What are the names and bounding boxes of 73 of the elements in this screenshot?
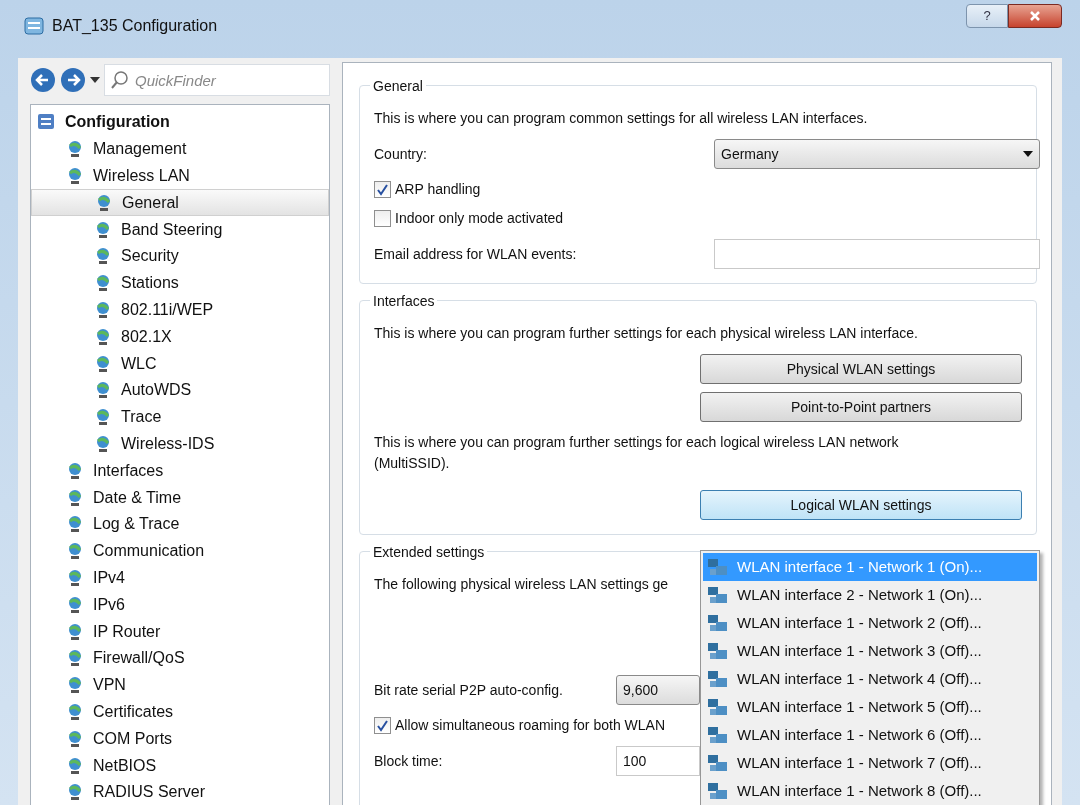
menu-item[interactable]: WLAN interface 1 - Network 5 (Off)...: [703, 693, 1037, 721]
tree-item[interactable]: COM Ports: [31, 725, 329, 753]
settings-button[interactable]: Point-to-Point partners: [700, 392, 1022, 422]
close-icon: [1029, 10, 1041, 22]
checkbox-label: Allow simultaneous roaming for both WLAN: [395, 716, 665, 735]
tree-item[interactable]: Firewall/QoS: [31, 644, 329, 672]
tree-item[interactable]: Wireless-IDS: [31, 430, 329, 458]
settings-button[interactable]: Physical WLAN settings: [700, 354, 1022, 384]
tree-item[interactable]: Configuration: [31, 109, 329, 136]
checkbox-label: ARP handling: [395, 180, 481, 199]
checkbox[interactable]: [374, 717, 391, 734]
tree-item[interactable]: WLC: [31, 350, 329, 377]
tree-item[interactable]: Security: [31, 243, 329, 270]
network-icon: [707, 585, 729, 605]
network-icon: [707, 613, 729, 633]
tree-item[interactable]: Communication: [31, 537, 329, 565]
description-text: This is where you can program further settings for each physical wireless LAN interface.: [374, 324, 919, 343]
tree-item[interactable]: Band Steering: [31, 216, 329, 243]
network-icon: [707, 753, 729, 773]
tree-item[interactable]: IP Router: [31, 618, 329, 645]
tree-item[interactable]: NetBIOS: [31, 752, 329, 779]
network-icon: [707, 557, 729, 577]
close-button[interactable]: [1008, 4, 1062, 28]
menu-item[interactable]: WLAN interface 1 - Network 4 (Off)...: [703, 665, 1037, 693]
email-field[interactable]: [714, 239, 1040, 269]
menu-item[interactable]: WLAN interface 1 - Network 2 (Off)...: [703, 609, 1037, 637]
menu-item[interactable]: WLAN interface 1 - Network 7 (Off)...: [703, 749, 1037, 777]
search-icon: [109, 69, 131, 91]
bitrate-dropdown[interactable]: 9,600: [616, 675, 700, 705]
tree-item[interactable]: AutoWDS: [31, 376, 329, 404]
field-label: Block time:: [374, 751, 444, 771]
tree-item[interactable]: Interfaces: [31, 457, 329, 485]
field-label: Email address for WLAN events:: [374, 244, 578, 264]
tree-item[interactable]: Trace: [31, 403, 329, 431]
tree-item[interactable]: Management: [31, 135, 329, 163]
tree-item[interactable]: 802.1X: [31, 323, 329, 351]
tree-item[interactable]: General: [31, 189, 329, 217]
search-field[interactable]: QuickFinder: [104, 64, 330, 96]
block-time-field[interactable]: 100: [616, 746, 700, 776]
checkbox-label: Indoor only mode activated: [395, 209, 564, 228]
checkbox[interactable]: [374, 181, 391, 198]
description-text: The following physical wireless LAN settings ge: [374, 575, 669, 594]
tree-item[interactable]: IPv6: [31, 591, 329, 619]
network-icon: [707, 697, 729, 717]
description-text: This is where you can program common settings for all wireless LAN interfaces.: [374, 109, 869, 128]
tree-item[interactable]: Certificates: [31, 698, 329, 726]
tree-item[interactable]: 802.11i/WEP: [31, 296, 329, 324]
caret-icon[interactable]: [90, 77, 100, 83]
checkbox[interactable]: [374, 210, 391, 227]
tree-item[interactable]: VPN: [31, 671, 329, 699]
description-text: This is where you can program further settings for each logical wireless LAN network (MultiSSID).: [374, 433, 900, 473]
tree-item[interactable]: Log & Trace: [31, 510, 329, 538]
network-icon: [707, 669, 729, 689]
tree-item[interactable]: Stations: [31, 269, 329, 297]
window-title: BAT_135 Configuration: [52, 16, 218, 36]
menu-item[interactable]: WLAN interface 1 - Network 6 (Off)...: [703, 721, 1037, 749]
tree-item[interactable]: RADIUS Server: [31, 778, 329, 805]
caret-icon: [1023, 151, 1033, 157]
app-icon: [24, 17, 44, 35]
tree-item[interactable]: Date & Time: [31, 484, 329, 511]
tree-item[interactable]: IPv4: [31, 564, 329, 592]
menu-item[interactable]: WLAN interface 1 - Network 3 (Off)...: [703, 637, 1037, 665]
help-button[interactable]: ?: [966, 4, 1008, 28]
tree-item[interactable]: Wireless LAN: [31, 162, 329, 190]
network-icon: [707, 641, 729, 661]
field-label: Country:: [374, 144, 428, 164]
logical-settings-button[interactable]: Logical WLAN settings: [700, 490, 1022, 520]
menu-item[interactable]: WLAN interface 1 - Network 8 (Off)...: [703, 777, 1037, 805]
field-label: Bit rate serial P2P auto-config.: [374, 680, 564, 700]
network-icon: [707, 781, 729, 801]
network-icon: [707, 725, 729, 745]
menu-item[interactable]: WLAN interface 2 - Network 1 (On)...: [703, 581, 1037, 609]
country-dropdown[interactable]: Germany: [714, 139, 1040, 169]
